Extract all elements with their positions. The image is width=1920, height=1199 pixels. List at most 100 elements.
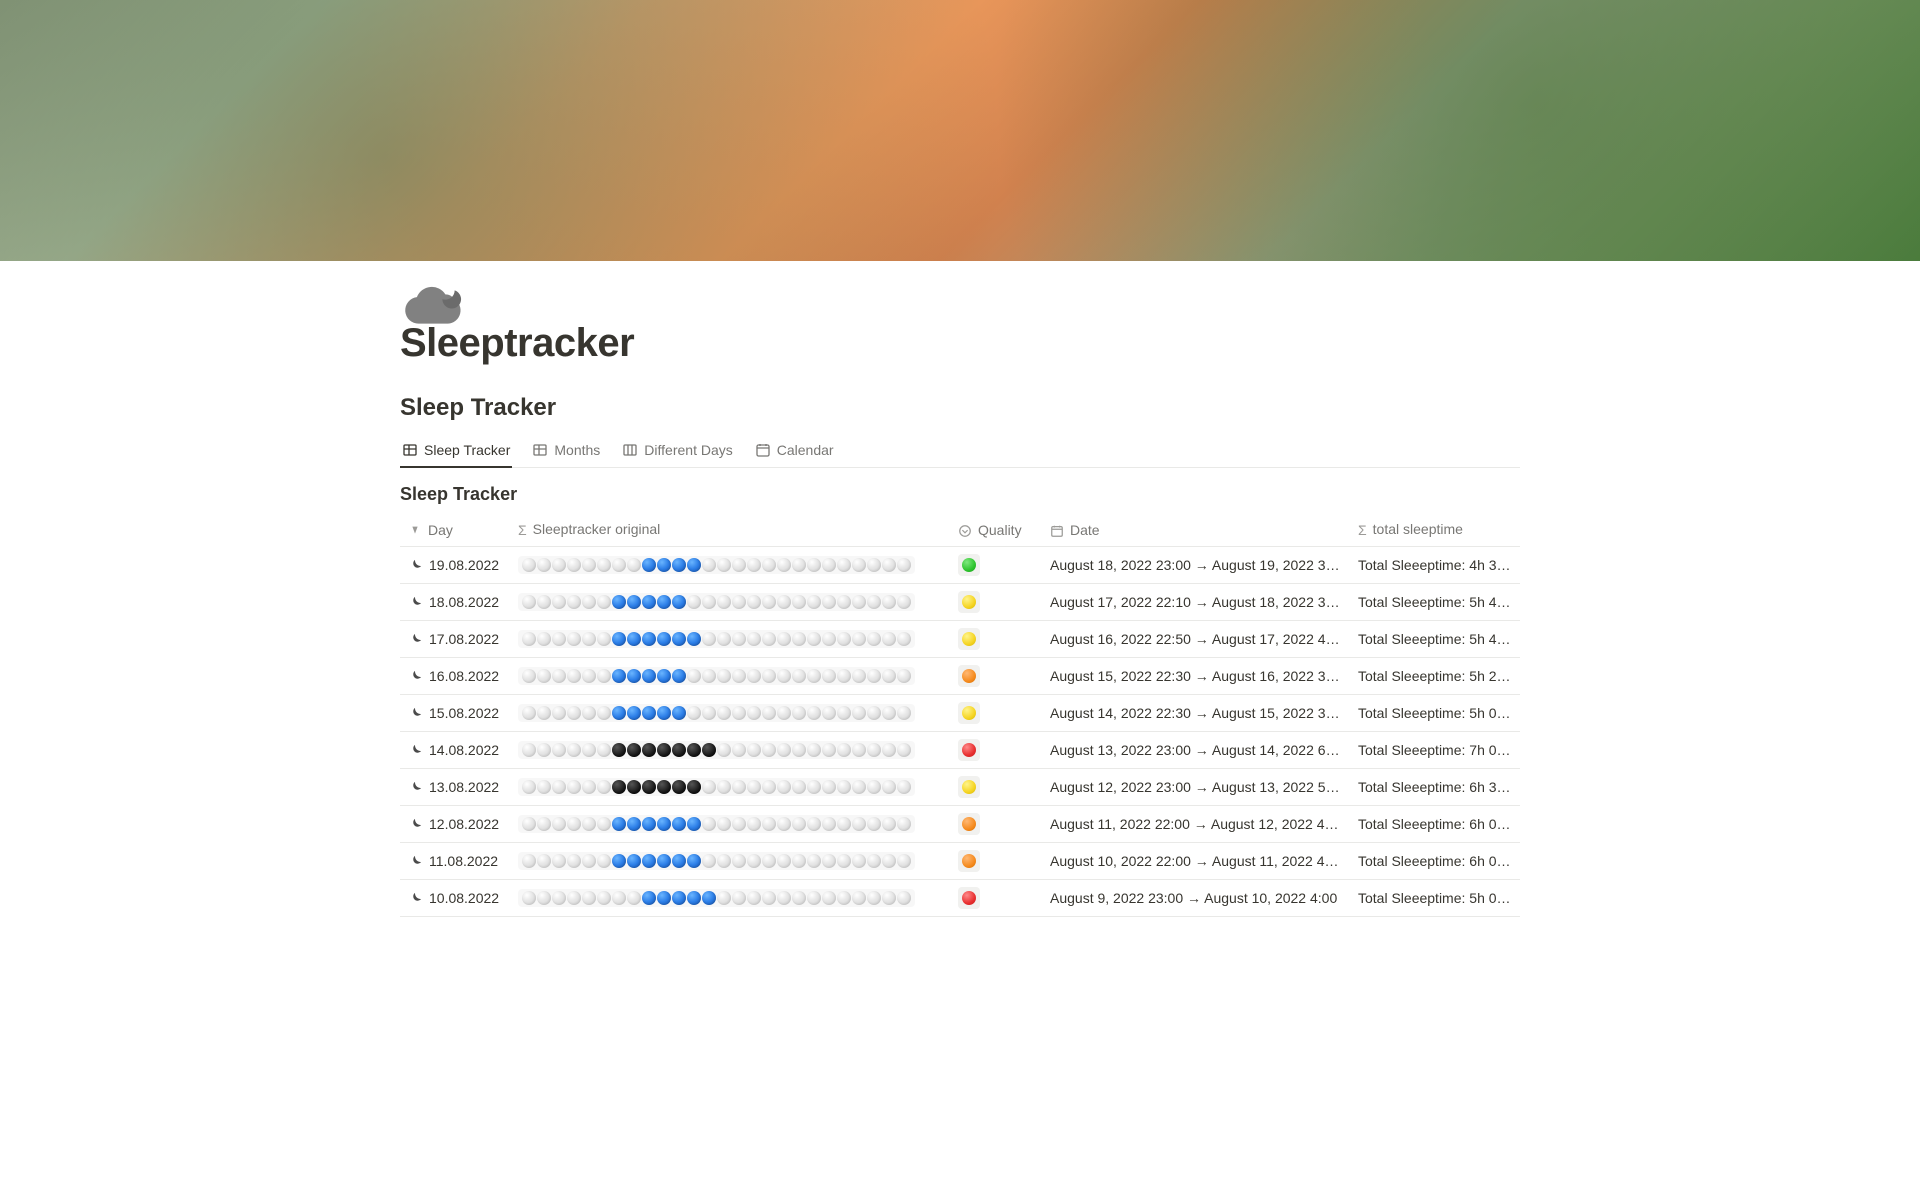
dot xyxy=(582,632,596,646)
dot xyxy=(837,706,851,720)
total-value: Total Sleeeptime: 6h 30 minutes xyxy=(1350,769,1520,806)
col-header-tracker[interactable]: ΣSleeptracker original xyxy=(510,513,950,547)
dot xyxy=(837,632,851,646)
dot xyxy=(642,817,656,831)
dot xyxy=(882,558,896,572)
col-header-label: Quality xyxy=(978,522,1022,538)
table-row[interactable]: 11.08.2022August 10, 2022 22:00 → August… xyxy=(400,843,1520,880)
dot xyxy=(627,595,641,609)
dot xyxy=(747,817,761,831)
dot xyxy=(702,558,716,572)
dot xyxy=(672,854,686,868)
table-icon xyxy=(532,442,548,458)
day-value: 13.08.2022 xyxy=(429,779,499,795)
dot xyxy=(852,595,866,609)
moon-icon xyxy=(408,743,423,758)
tab-months[interactable]: Months xyxy=(530,434,602,468)
dot xyxy=(687,558,701,572)
dot xyxy=(897,706,911,720)
dot xyxy=(762,817,776,831)
dot xyxy=(867,558,881,572)
tab-sleep-tracker[interactable]: Sleep Tracker xyxy=(400,434,512,468)
tab-label: Different Days xyxy=(644,442,732,458)
dot xyxy=(582,743,596,757)
dot xyxy=(597,595,611,609)
dot xyxy=(732,854,746,868)
dot xyxy=(522,595,536,609)
dot xyxy=(567,743,581,757)
table-row[interactable]: 16.08.2022August 15, 2022 22:30 → August… xyxy=(400,658,1520,695)
dot xyxy=(687,669,701,683)
dot xyxy=(777,854,791,868)
dot xyxy=(897,891,911,905)
dot xyxy=(852,854,866,868)
dot xyxy=(807,669,821,683)
dot xyxy=(567,891,581,905)
table-row[interactable]: 19.08.2022August 18, 2022 23:00 → August… xyxy=(400,547,1520,584)
dot xyxy=(732,780,746,794)
dot xyxy=(717,632,731,646)
dot xyxy=(762,595,776,609)
dot xyxy=(747,743,761,757)
sleep-dots xyxy=(518,556,915,574)
dot xyxy=(792,817,806,831)
table-row[interactable]: 12.08.2022August 11, 2022 22:00 → August… xyxy=(400,806,1520,843)
quality-badge xyxy=(958,850,980,872)
table-row[interactable]: 18.08.2022August 17, 2022 22:10 → August… xyxy=(400,584,1520,621)
quality-badge xyxy=(958,702,980,724)
dot xyxy=(822,854,836,868)
dot xyxy=(702,817,716,831)
col-header-day[interactable]: Day xyxy=(400,513,510,547)
dot xyxy=(822,706,836,720)
dot xyxy=(732,891,746,905)
dot xyxy=(642,743,656,757)
dot xyxy=(702,632,716,646)
table-row[interactable]: 14.08.2022August 13, 2022 23:00 → August… xyxy=(400,732,1520,769)
dot xyxy=(642,558,656,572)
dot xyxy=(522,669,536,683)
table-row[interactable]: 10.08.2022August 9, 2022 23:00 → August … xyxy=(400,880,1520,917)
dot xyxy=(672,780,686,794)
dot xyxy=(642,780,656,794)
table-row[interactable]: 15.08.2022August 14, 2022 22:30 → August… xyxy=(400,695,1520,732)
dot xyxy=(627,780,641,794)
dot xyxy=(702,854,716,868)
dot xyxy=(777,558,791,572)
tab-calendar[interactable]: Calendar xyxy=(753,434,836,468)
dot xyxy=(642,891,656,905)
quality-dot-red xyxy=(962,743,976,757)
dot xyxy=(747,632,761,646)
dot xyxy=(537,817,551,831)
dot xyxy=(552,743,566,757)
dot xyxy=(732,669,746,683)
dot xyxy=(747,558,761,572)
dot xyxy=(732,632,746,646)
col-header-label: Sleeptracker original xyxy=(533,521,661,537)
tab-different-days[interactable]: Different Days xyxy=(620,434,734,468)
dot xyxy=(612,854,626,868)
col-header-date[interactable]: Date xyxy=(1042,513,1350,547)
dot xyxy=(897,669,911,683)
moon-icon xyxy=(408,558,423,573)
dot xyxy=(762,854,776,868)
day-value: 19.08.2022 xyxy=(429,557,499,573)
col-header-total[interactable]: Σtotal sleeptime xyxy=(1350,513,1520,547)
dot xyxy=(837,595,851,609)
dot xyxy=(537,558,551,572)
total-value: Total Sleeeptime: 5h 47 minutes xyxy=(1350,584,1520,621)
col-header-quality[interactable]: Quality xyxy=(950,513,1042,547)
sleep-dots xyxy=(518,889,915,907)
dot xyxy=(597,817,611,831)
sleep-dots xyxy=(518,741,915,759)
dot xyxy=(867,780,881,794)
moon-icon xyxy=(408,595,423,610)
total-value: Total Sleeeptime: 5h 45 minutes xyxy=(1350,621,1520,658)
dot xyxy=(612,632,626,646)
table-row[interactable]: 17.08.2022August 16, 2022 22:50 → August… xyxy=(400,621,1520,658)
dot xyxy=(687,891,701,905)
dot xyxy=(732,706,746,720)
quality-badge xyxy=(958,665,980,687)
table-row[interactable]: 13.08.2022August 12, 2022 23:00 → August… xyxy=(400,769,1520,806)
dot xyxy=(552,854,566,868)
dot xyxy=(597,891,611,905)
